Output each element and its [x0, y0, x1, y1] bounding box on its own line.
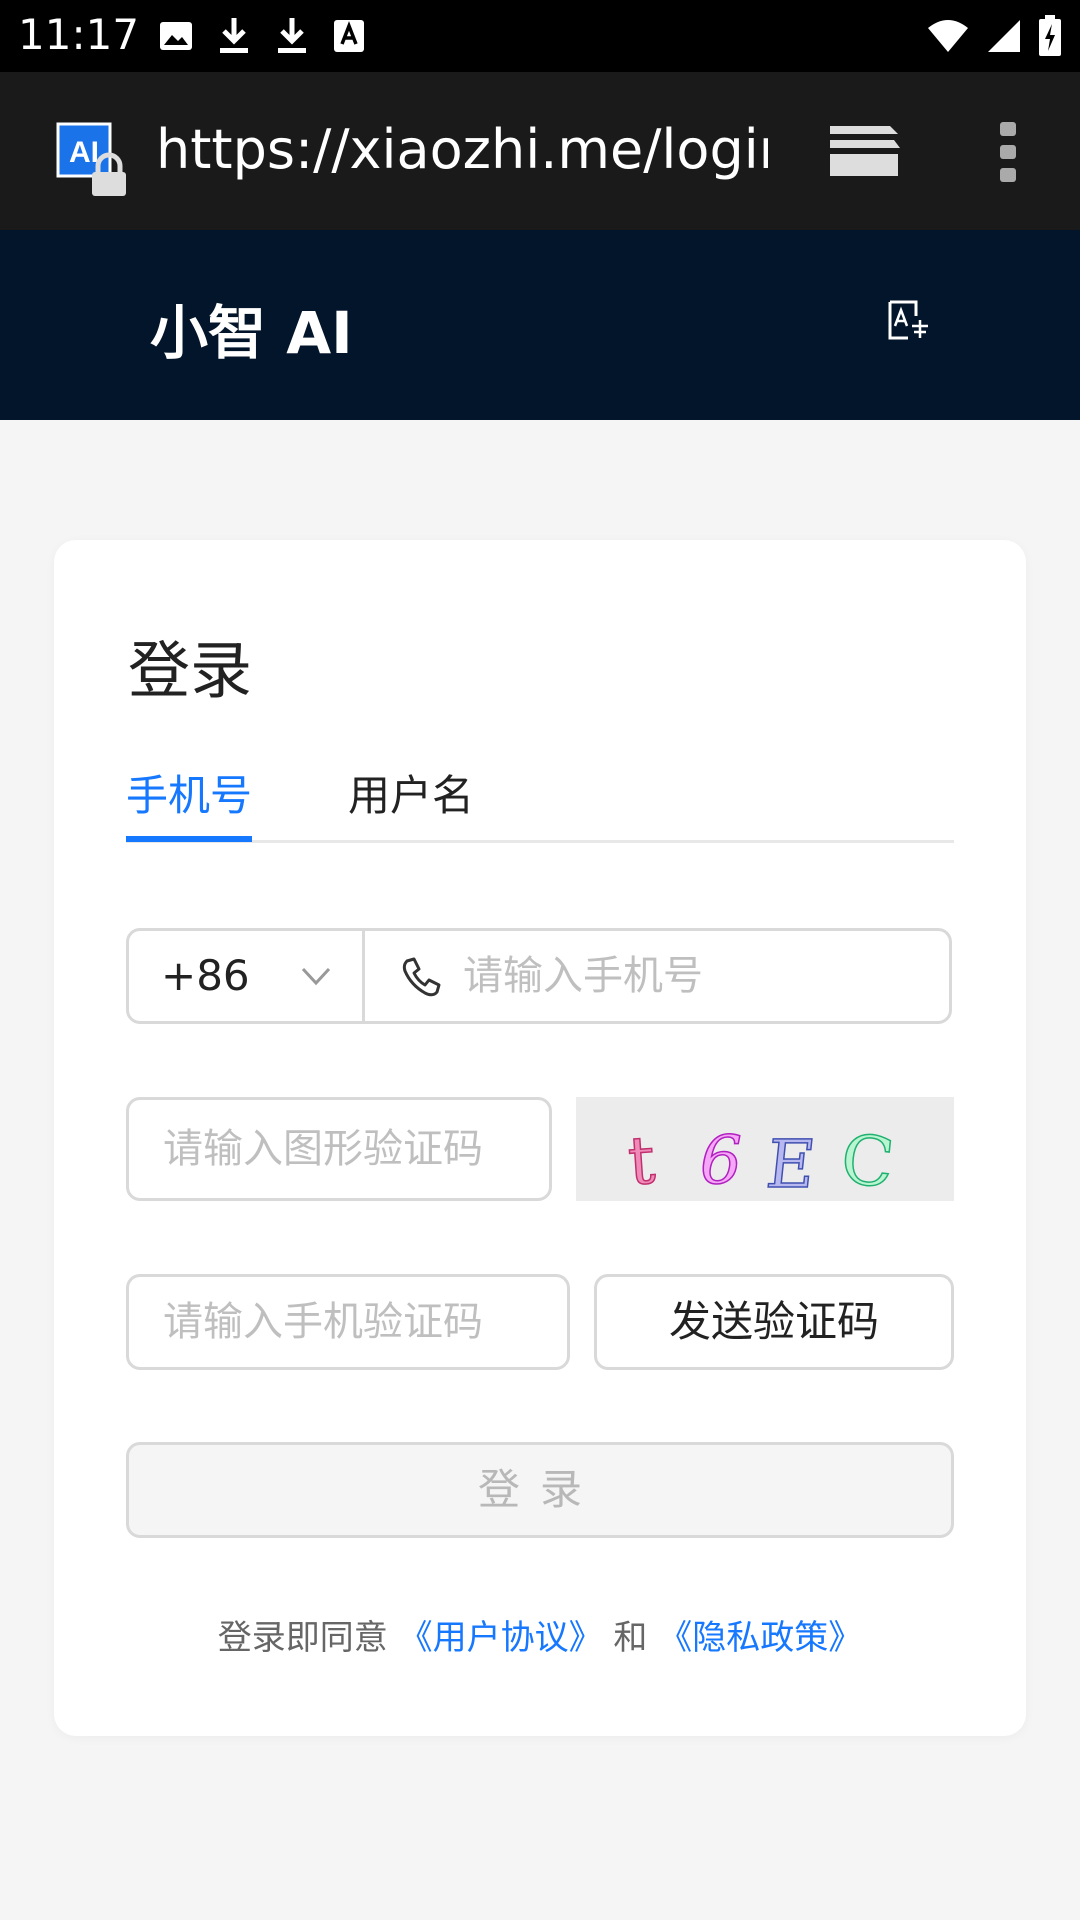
phone-input[interactable]: 请输入手机号 — [463, 931, 703, 1021]
agreement-prefix: 登录即同意 — [217, 1618, 388, 1658]
tab-username[interactable]: 用户名 — [348, 750, 474, 838]
site-security-icon[interactable]: AI — [56, 122, 132, 198]
image-icon — [160, 22, 192, 50]
battery-charging-icon — [1039, 15, 1061, 56]
notification-icons — [158, 14, 366, 58]
sms-code-placeholder: 请输入手机验证码 — [163, 1299, 483, 1345]
country-code-value: +86 — [161, 951, 250, 1000]
tabs-icon[interactable] — [826, 120, 902, 182]
agreement-and: 和 — [613, 1618, 648, 1658]
phone-input-group: +86 请输入手机号 — [126, 928, 952, 1024]
more-vert-icon[interactable] — [990, 116, 1026, 188]
user-agreement-link[interactable]: 《用户协议》 — [399, 1618, 603, 1658]
privacy-policy-link[interactable]: 《隐私政策》 — [658, 1618, 862, 1658]
captcha-char: C — [837, 1120, 897, 1201]
captcha-input[interactable]: 请输入图形验证码 — [126, 1097, 552, 1201]
brand-logo-text[interactable]: 小智 AI — [150, 286, 353, 370]
download-icon — [278, 18, 306, 53]
tab-username-label: 用户名 — [348, 771, 475, 820]
login-button[interactable]: 登录 — [126, 1442, 954, 1538]
chevron-down-icon — [301, 967, 331, 986]
status-bar: 11:17 — [0, 0, 1080, 72]
browser-toolbar: AI https://xiaozhi.me/login?r — [0, 72, 1080, 230]
login-title: 登录 — [128, 634, 253, 707]
tab-phone[interactable]: 手机号 — [126, 750, 253, 842]
signal-icon — [988, 20, 1020, 52]
login-card: 登录 手机号 用户名 +86 请输入手机号 请输入图形验证码 t 6 E C 请… — [54, 540, 1026, 1736]
country-code-select[interactable]: +86 — [129, 931, 365, 1021]
wifi-icon — [928, 20, 968, 52]
translate-icon[interactable] — [886, 298, 930, 342]
phone-icon — [402, 957, 441, 997]
agreement-text: 登录即同意 《用户协议》 和 《隐私政策》 — [54, 1610, 1026, 1659]
font-icon — [334, 20, 364, 52]
captcha-char: 6 — [700, 1122, 742, 1199]
status-time: 11:17 — [18, 10, 140, 59]
active-tab-indicator — [126, 836, 252, 842]
captcha-char: t — [626, 1121, 658, 1200]
login-tabs: 手机号 用户名 — [126, 750, 954, 843]
svg-text:AI: AI — [69, 136, 99, 169]
captcha-char: E — [763, 1126, 819, 1201]
tab-phone-label: 手机号 — [126, 771, 253, 820]
captcha-input-placeholder: 请输入图形验证码 — [163, 1126, 483, 1172]
url-bar[interactable]: https://xiaozhi.me/login?r — [156, 118, 768, 182]
send-code-button[interactable]: 发送验证码 — [594, 1274, 954, 1370]
captcha-image[interactable]: t 6 E C — [576, 1097, 954, 1205]
sms-code-input[interactable]: 请输入手机验证码 — [126, 1274, 570, 1370]
download-icon — [220, 18, 248, 53]
system-icons — [926, 12, 1062, 60]
